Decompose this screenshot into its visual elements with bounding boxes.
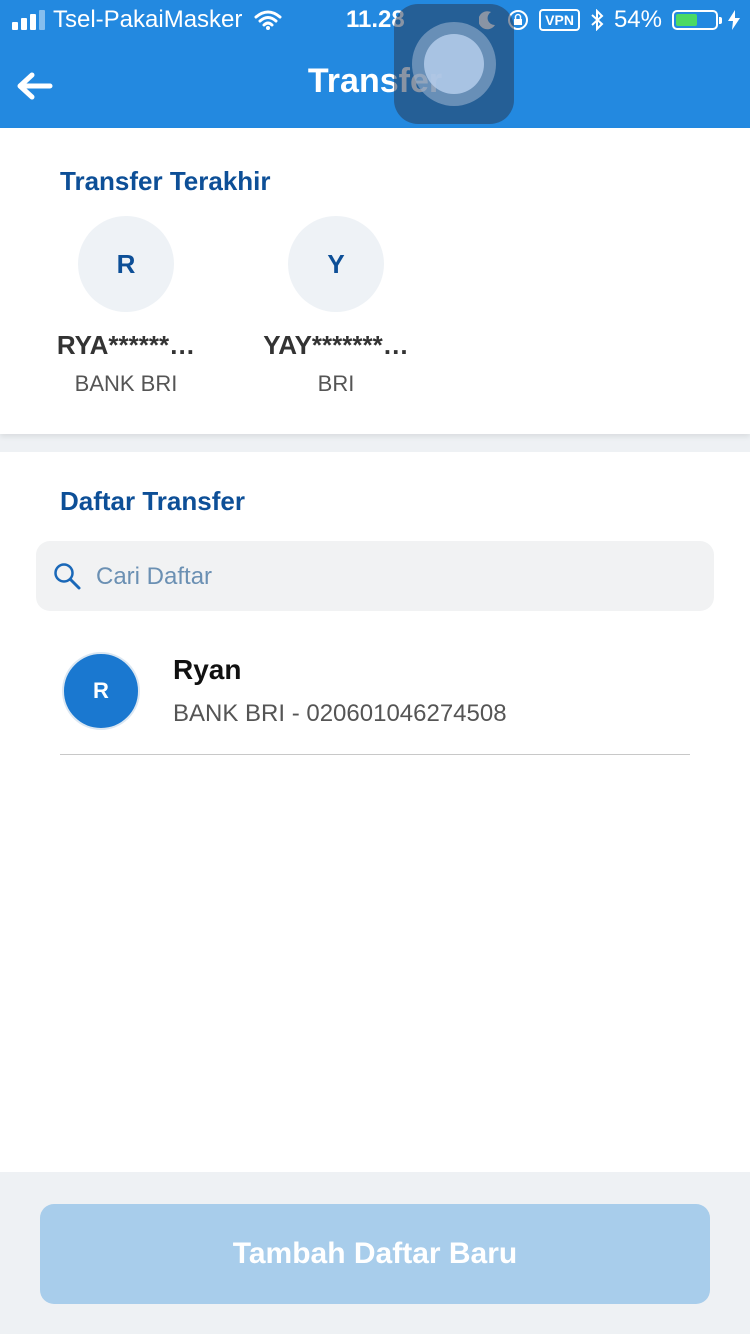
carrier-info: Tsel-PakaiMasker xyxy=(12,6,282,34)
list-item[interactable]: R Ryan BANK BRI - 020601046274508 xyxy=(60,650,690,755)
search-icon xyxy=(54,563,81,590)
transfer-list-section: Daftar Transfer R Ryan BANK BRI - 020601… xyxy=(0,452,750,1172)
recent-contact-name: YAY*******… xyxy=(263,330,409,360)
vpn-badge: VPN xyxy=(539,9,580,31)
recipient-account: BANK BRI - 020601046274508 xyxy=(173,700,507,727)
battery-icon xyxy=(672,10,722,30)
assistive-touch-core xyxy=(424,34,484,94)
signal-icon xyxy=(12,10,45,30)
recent-transfers-section: Transfer Terakhir R RYA******… BANK BRI … xyxy=(0,128,750,434)
bluetooth-icon xyxy=(591,9,604,31)
add-new-recipient-button[interactable]: Tambah Daftar Baru xyxy=(40,1204,710,1304)
recent-contact-bank: BANK BRI xyxy=(74,371,178,396)
status-bar: Tsel-PakaiMasker 11.28 VPN 54% xyxy=(0,0,750,40)
assistive-touch-button[interactable] xyxy=(394,4,514,124)
status-right: VPN 54% xyxy=(479,6,740,34)
recent-contact-bank: BRI xyxy=(317,371,355,396)
nav-bar: Transfer xyxy=(0,48,750,128)
carrier-name: Tsel-PakaiMasker xyxy=(53,6,243,33)
search-bar xyxy=(36,541,714,613)
avatar: R xyxy=(62,652,140,730)
avatar: Y xyxy=(288,216,384,312)
app-header: Tsel-PakaiMasker 11.28 VPN 54% Transfer xyxy=(0,0,750,128)
avatar: R xyxy=(78,216,174,312)
charging-icon xyxy=(728,10,740,30)
wifi-icon xyxy=(254,10,282,30)
recent-contact[interactable]: R RYA******… BANK BRI xyxy=(16,216,236,397)
transfer-list-title: Daftar Transfer xyxy=(60,486,245,516)
recipient-name: Ryan xyxy=(173,654,242,685)
recent-contact[interactable]: Y YAY*******… BRI xyxy=(226,216,446,397)
recent-transfers-title: Transfer Terakhir xyxy=(60,166,271,196)
recent-contact-name: RYA******… xyxy=(56,330,196,360)
page-title: Transfer xyxy=(307,62,443,100)
search-input[interactable] xyxy=(94,541,698,613)
battery-percent: 54% xyxy=(613,6,662,33)
